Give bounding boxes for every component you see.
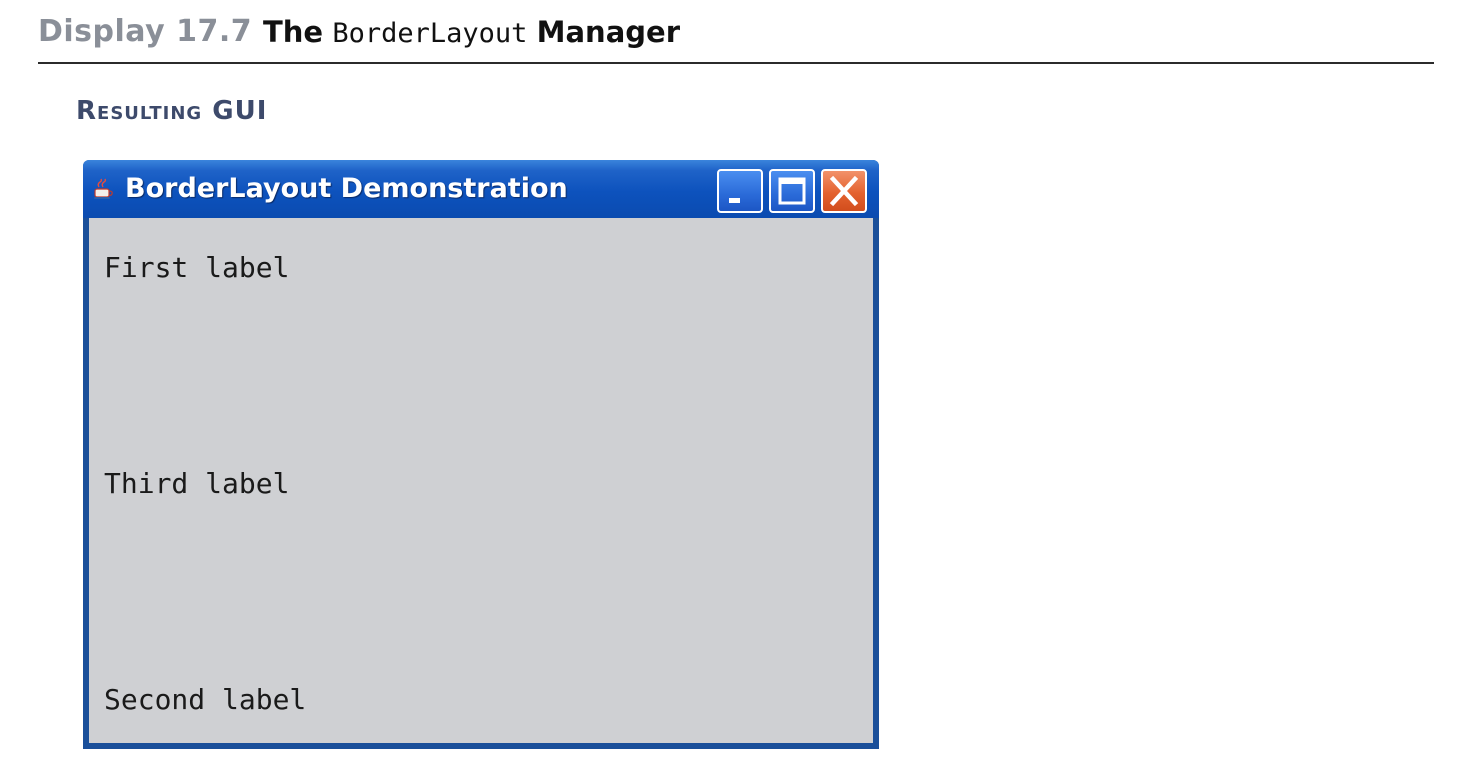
section-heading: Resulting GUI xyxy=(76,96,268,126)
center-label: Third label xyxy=(104,467,290,500)
close-icon xyxy=(829,175,859,207)
display-title-prefix: The xyxy=(263,15,324,49)
window-titlebar[interactable]: BorderLayout Demonstration xyxy=(83,160,879,218)
display-title-code: BorderLayout xyxy=(332,18,528,49)
display-title-suffix: Manager xyxy=(536,15,680,49)
close-button[interactable] xyxy=(821,169,867,213)
window-title: BorderLayout Demonstration xyxy=(125,173,568,204)
maximize-icon xyxy=(778,177,806,205)
north-label: First label xyxy=(104,251,290,284)
display-title: The BorderLayout Manager xyxy=(263,15,680,49)
app-window: BorderLayout Demonstration First label T… xyxy=(83,160,879,749)
display-header: Display 17.7 The BorderLayout Manager xyxy=(38,12,1434,64)
java-app-icon[interactable] xyxy=(92,178,114,200)
minimize-button[interactable] xyxy=(717,169,763,213)
minimize-icon xyxy=(729,198,740,203)
display-number: Display 17.7 xyxy=(38,14,253,49)
window-content: First label Third label Second label xyxy=(89,218,873,743)
maximize-button[interactable] xyxy=(769,169,815,213)
south-label: Second label xyxy=(104,683,307,716)
